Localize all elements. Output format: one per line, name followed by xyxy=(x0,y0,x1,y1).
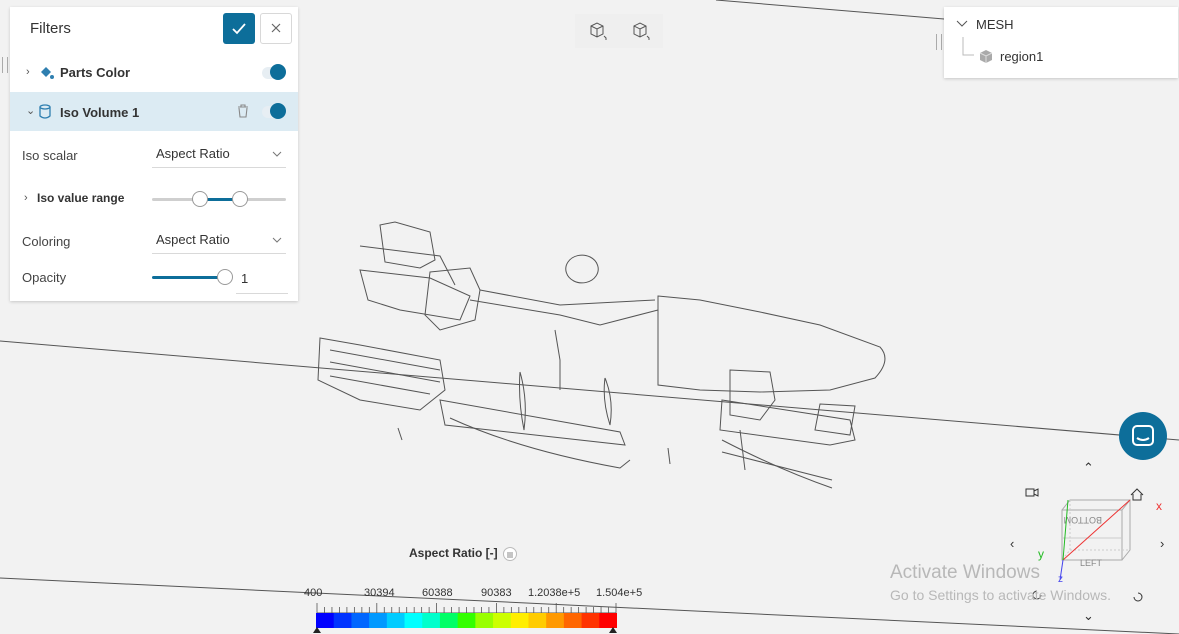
activate-windows-title: Activate Windows xyxy=(890,562,1040,583)
opacity-handle[interactable] xyxy=(217,269,233,285)
face-label: LEFT xyxy=(1080,558,1103,568)
chevron-down-icon[interactable]: ⌄ xyxy=(26,104,35,117)
iso-scalar-select[interactable]: Aspect Ratio xyxy=(152,141,286,168)
cube-view-icon xyxy=(590,22,607,40)
tree-connector xyxy=(962,37,974,56)
legend-title: Aspect Ratio [-] xyxy=(409,546,498,560)
legend-tick-label: 1.504e+5 xyxy=(596,587,643,599)
chevron-right-icon[interactable]: › xyxy=(26,66,30,78)
left-panel-resize-handle[interactable] xyxy=(2,57,8,73)
legend-tick-label: 30394 xyxy=(364,587,395,599)
mesh-tree-panel: MESH region1 xyxy=(944,7,1178,78)
colorbar-markers[interactable] xyxy=(312,626,622,634)
y-axis-label: y xyxy=(1038,547,1044,561)
paint-bucket-icon xyxy=(41,67,54,79)
view-cube-button[interactable] xyxy=(622,14,658,48)
rotate-left-icon[interactable]: ‹ xyxy=(1010,536,1014,551)
orientation-cube[interactable]: BOTTOM LEFT x y z xyxy=(1030,490,1170,590)
legend-tick-label: 1.2038e+5 xyxy=(528,587,581,599)
range-low-handle[interactable] xyxy=(192,191,208,207)
filters-panel: Filters › Parts Color ⌄ Iso Volume 1 Iso… xyxy=(10,7,298,301)
z-axis-label: z xyxy=(1058,574,1063,585)
check-icon xyxy=(232,23,246,35)
opacity-input[interactable]: 1 xyxy=(236,265,288,294)
legend-tick-marks xyxy=(316,603,617,613)
range-high-handle[interactable] xyxy=(232,191,248,207)
filter-item-parts-color[interactable]: › Parts Color xyxy=(10,54,298,92)
car-mesh-wireframe xyxy=(317,221,886,489)
legend-tick-label: 90383 xyxy=(481,587,512,599)
legend-tick-label: 400 xyxy=(304,587,323,599)
cube-icon xyxy=(979,50,993,63)
activate-windows-subtitle: Go to Settings to activate Windows. xyxy=(890,587,1111,603)
view-cube-button[interactable] xyxy=(579,14,615,48)
tree-item-region[interactable]: region1 xyxy=(1000,49,1043,64)
chevron-down-icon xyxy=(272,237,282,243)
filters-header: Filters xyxy=(10,7,298,53)
filters-title: Filters xyxy=(30,20,71,37)
right-panel-resize-handle[interactable] xyxy=(936,34,942,50)
close-button[interactable] xyxy=(260,13,292,44)
face-label: BOTTOM xyxy=(1064,515,1102,525)
chat-button[interactable] xyxy=(1119,412,1167,460)
legend-tick-label: 60388 xyxy=(422,587,453,599)
chevron-right-icon[interactable]: › xyxy=(24,192,28,204)
coloring-label: Coloring xyxy=(22,234,71,249)
filter-item-label: Iso Volume 1 xyxy=(60,105,140,120)
opacity-label: Opacity xyxy=(22,270,67,285)
iso-value-range-label: Iso value range xyxy=(37,191,125,205)
chevron-down-icon[interactable] xyxy=(956,20,968,28)
cylinder-icon xyxy=(39,104,51,119)
tree-root-label[interactable]: MESH xyxy=(976,17,1014,32)
apply-button[interactable] xyxy=(223,13,255,44)
menu-icon xyxy=(507,552,513,558)
iso-scalar-label: Iso scalar xyxy=(22,148,78,163)
filter-item-iso-volume[interactable]: ⌄ Iso Volume 1 xyxy=(10,92,298,131)
rotate-down-icon[interactable]: ⌄ xyxy=(1083,608,1094,624)
rotate-cw-icon[interactable] xyxy=(1131,590,1145,604)
chat-icon xyxy=(1132,425,1154,446)
trash-icon[interactable] xyxy=(237,104,249,118)
legend-menu-button[interactable] xyxy=(503,547,517,561)
x-axis-label: x xyxy=(1156,499,1162,513)
chevron-down-icon xyxy=(272,151,282,157)
filter-item-label: Parts Color xyxy=(60,65,131,80)
rotate-up-icon[interactable]: ⌃ xyxy=(1083,460,1094,476)
close-icon xyxy=(271,23,281,33)
cube-view-icon xyxy=(633,22,650,40)
coloring-select[interactable]: Aspect Ratio xyxy=(152,227,286,254)
